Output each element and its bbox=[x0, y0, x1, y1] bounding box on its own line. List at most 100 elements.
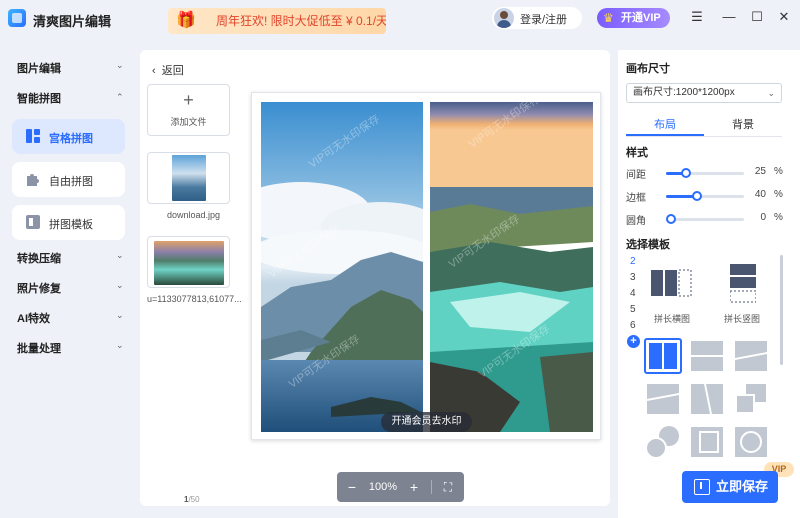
add-template-icon[interactable]: + bbox=[627, 335, 640, 348]
stitch-horizontal-icon[interactable] bbox=[651, 268, 693, 298]
chevron-down-icon[interactable]: ⌄ bbox=[116, 310, 124, 321]
slider-handle[interactable] bbox=[680, 168, 691, 178]
layout-circles-icon bbox=[645, 426, 679, 459]
settings-panel: 画布尺寸 画布尺寸:1200*1200px ⌄ 布局 背景 样式 间距 25 %… bbox=[618, 50, 800, 518]
layout-overlap-icon bbox=[735, 384, 766, 414]
sidebar-group-batch[interactable]: 批量处理 bbox=[17, 340, 61, 356]
canvas-size-select[interactable]: 画布尺寸:1200*1200px ⌄ bbox=[626, 83, 782, 103]
sidebar-group-ai-effects[interactable]: AI特效 bbox=[17, 310, 50, 326]
open-vip-button[interactable]: ♛ 开通VIP bbox=[597, 8, 670, 28]
login-button[interactable]: 登录/注册 bbox=[492, 7, 582, 29]
minimize-icon[interactable]: — bbox=[720, 8, 738, 26]
sidebar-group-image-edit[interactable]: 图片编辑 bbox=[17, 60, 61, 76]
login-label: 登录/注册 bbox=[520, 14, 568, 26]
fit-screen-icon[interactable]: ⛶ bbox=[437, 472, 459, 502]
image-count-3[interactable]: 3 bbox=[630, 272, 636, 283]
slider-handle[interactable] bbox=[665, 214, 676, 224]
tab-layout[interactable]: 布局 bbox=[626, 116, 704, 132]
template-circles[interactable] bbox=[644, 424, 682, 460]
back-label: 返回 bbox=[161, 65, 184, 77]
collage-cell-left[interactable] bbox=[261, 102, 423, 432]
chevron-down-icon[interactable]: ⌄ bbox=[116, 280, 124, 291]
template-title: 选择模板 bbox=[626, 239, 670, 251]
file-thumbnail[interactable] bbox=[147, 152, 230, 204]
slider-unit: % bbox=[774, 212, 783, 223]
template-label: 拼长竖图 bbox=[724, 314, 761, 324]
zoom-toolbar: − 100% + ⛶ bbox=[337, 472, 464, 502]
zoom-out-icon[interactable]: − bbox=[341, 472, 363, 502]
back-button[interactable]: ‹ 返回 bbox=[152, 62, 184, 78]
slider-label: 圆角 bbox=[626, 216, 646, 227]
gift-icon: 🎁 bbox=[176, 12, 196, 29]
chevron-left-icon: ‹ bbox=[152, 65, 162, 77]
template-two-vertical[interactable] bbox=[644, 338, 682, 374]
promo-banner[interactable]: 🎁 周年狂欢! 限时大促低至 ¥ 0.1/天 bbox=[168, 8, 386, 34]
tab-background[interactable]: 背景 bbox=[704, 116, 782, 132]
lake-mountain-photo bbox=[261, 102, 423, 432]
remove-watermark-button[interactable]: 开通会员去水印 bbox=[381, 412, 472, 432]
thumbnail-image bbox=[154, 241, 224, 285]
border-slider-row: 边框 40 % bbox=[626, 189, 788, 204]
template-overlap-squares[interactable] bbox=[732, 381, 770, 417]
chevron-down-icon[interactable]: ⌄ bbox=[116, 60, 124, 71]
template-slant-rows[interactable] bbox=[644, 381, 682, 417]
image-count-2[interactable]: 2 bbox=[630, 256, 636, 267]
template-scrollbar[interactable] bbox=[780, 255, 783, 365]
canvas-size-value: 画布尺寸:1200*1200px bbox=[633, 87, 735, 98]
slider-label: 间距 bbox=[626, 170, 646, 181]
slider-unit: % bbox=[774, 166, 783, 177]
image-count-5[interactable]: 5 bbox=[630, 304, 636, 315]
spacing-slider[interactable] bbox=[666, 168, 744, 178]
corner-radius-slider-row: 圆角 0 % bbox=[626, 212, 788, 227]
grid-collage-icon bbox=[26, 129, 40, 143]
sidebar-group-convert-compress[interactable]: 转换压缩 bbox=[17, 250, 61, 266]
file-name: u=1133077813,61077... bbox=[147, 294, 242, 304]
slider-value: 25 bbox=[754, 166, 766, 177]
layout-two-column-icon bbox=[649, 343, 677, 369]
save-now-button[interactable]: 立即保存 bbox=[682, 471, 778, 503]
add-file-button[interactable]: + 添加文件 bbox=[147, 84, 230, 136]
border-slider[interactable] bbox=[666, 191, 744, 201]
avatar bbox=[494, 8, 514, 28]
page-counter: 1/50 bbox=[184, 495, 200, 504]
template-slant-columns[interactable] bbox=[688, 381, 726, 417]
template-diagonal-rows[interactable] bbox=[732, 338, 770, 374]
vip-label: 开通VIP bbox=[621, 12, 661, 24]
zoom-in-icon[interactable]: + bbox=[403, 472, 425, 502]
sidebar-group-photo-repair[interactable]: 照片修复 bbox=[17, 280, 61, 296]
sidebar-item-free-collage[interactable]: 自由拼图 bbox=[12, 162, 125, 197]
chevron-down-icon[interactable]: ⌄ bbox=[116, 340, 124, 351]
sidebar-item-label: 自由拼图 bbox=[49, 176, 93, 188]
sidebar-group-smart-collage[interactable]: 智能拼图 bbox=[17, 90, 61, 106]
template-frame-inset[interactable] bbox=[688, 424, 726, 460]
maximize-icon[interactable]: ☐ bbox=[748, 8, 766, 26]
sidebar-item-collage-template[interactable]: 拼图模板 bbox=[12, 205, 125, 240]
template-icon bbox=[26, 215, 40, 229]
image-count-4[interactable]: 4 bbox=[630, 288, 636, 299]
file-thumbnail[interactable] bbox=[147, 236, 230, 288]
active-tab-indicator bbox=[626, 134, 704, 136]
stitch-vertical-icon[interactable] bbox=[730, 262, 756, 304]
template-circle-inset[interactable] bbox=[732, 424, 770, 460]
image-count-6[interactable]: 6 bbox=[630, 320, 636, 331]
crown-icon: ♛ bbox=[603, 11, 614, 25]
menu-icon[interactable]: ☰ bbox=[688, 8, 706, 26]
download-icon bbox=[694, 479, 710, 495]
close-icon[interactable]: ✕ bbox=[775, 8, 793, 26]
layout-diagonal-row-icon bbox=[735, 341, 767, 371]
thumbnail-image bbox=[172, 155, 206, 201]
sidebar-item-label: 拼图模板 bbox=[49, 219, 93, 231]
waterfall-photo bbox=[430, 102, 593, 432]
sidebar-item-grid-collage[interactable]: 宫格拼图 bbox=[12, 119, 125, 154]
layout-slant-column-icon bbox=[691, 384, 723, 414]
collage-cell-right[interactable] bbox=[430, 102, 593, 432]
slider-unit: % bbox=[774, 189, 783, 200]
slider-handle[interactable] bbox=[692, 191, 703, 201]
template-two-horizontal[interactable] bbox=[688, 338, 726, 374]
chevron-down-icon[interactable]: ⌄ bbox=[116, 250, 124, 261]
slider-value: 40 bbox=[754, 189, 766, 200]
layout-inset-icon bbox=[691, 427, 723, 457]
chevron-up-icon[interactable]: ⌃ bbox=[116, 92, 124, 103]
corner-radius-slider[interactable] bbox=[665, 214, 744, 224]
collage-canvas[interactable]: VIP可无水印保存 VIP可无水印保存 VIP可无水印保存 VIP可无水印保存 … bbox=[251, 92, 601, 440]
